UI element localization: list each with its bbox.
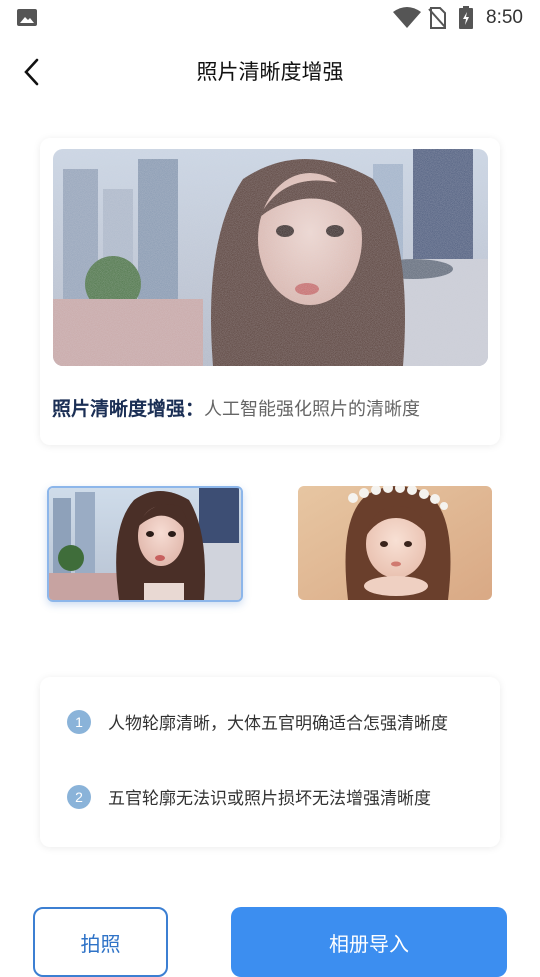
gallery-icon: [17, 9, 37, 26]
page-title: 照片清晰度增强: [196, 60, 344, 84]
sample-thumb-city-portrait[interactable]: [47, 486, 243, 602]
import-from-album-button[interactable]: 相册导入: [231, 907, 507, 977]
tip-number-badge: 1: [67, 709, 91, 734]
clock: 8:50: [486, 7, 523, 28]
tip-item: 2 五官轮廓无法识或照片损坏无法增强清晰度: [67, 784, 431, 809]
wifi-icon: [393, 7, 421, 28]
tip-item: 1 人物轮廓清晰，大体五官明确适合怎强清晰度: [67, 709, 448, 734]
no-sim-icon: [428, 7, 446, 29]
tip-text: 五官轮廓无法识或照片损坏无法增强清晰度: [108, 789, 431, 809]
battery-charging-icon: [459, 6, 473, 29]
hero-image-noisy-portrait: [53, 149, 488, 366]
hero-caption-label: 照片清晰度增强：: [52, 398, 205, 420]
app-header: 照片清晰度增强: [0, 42, 540, 102]
hero-card: 照片清晰度增强：人工智能强化照片的清晰度: [40, 138, 500, 445]
hero-caption: 照片清晰度增强：人工智能强化照片的清晰度: [52, 394, 492, 421]
take-photo-button[interactable]: 拍照: [33, 907, 168, 977]
sample-thumb-flower-crown-portrait[interactable]: [298, 486, 492, 600]
tips-card: 1 人物轮廓清晰，大体五官明确适合怎强清晰度 2 五官轮廓无法识或照片损坏无法增…: [40, 677, 500, 847]
tip-text: 人物轮廓清晰，大体五官明确适合怎强清晰度: [108, 714, 448, 734]
status-bar: 8:50: [0, 0, 540, 36]
tip-number-badge: 2: [67, 784, 91, 809]
hero-caption-desc: 人工智能强化照片的清晰度: [204, 399, 421, 420]
